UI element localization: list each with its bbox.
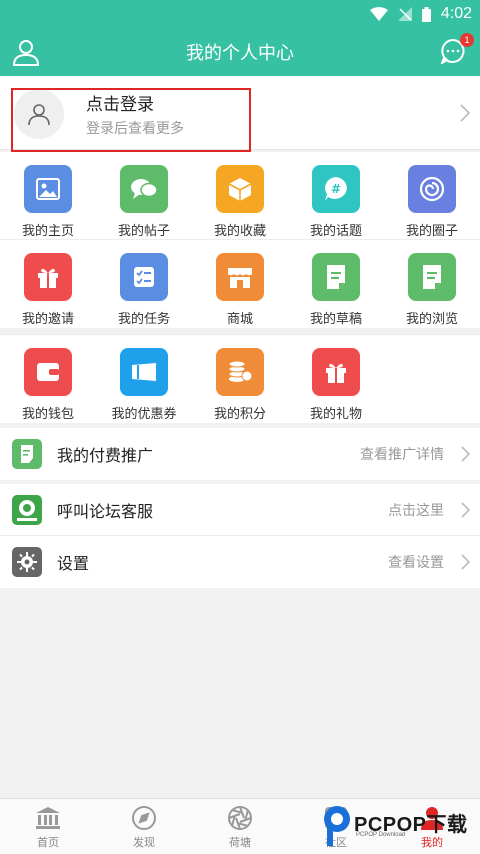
chevron-right-icon <box>460 104 470 122</box>
grid-item-invites[interactable]: 我的邀请 <box>0 240 96 328</box>
list-item-settings[interactable]: 设置 查看设置 <box>0 536 480 588</box>
grid-item-points[interactable]: 我的积分 <box>192 335 288 423</box>
grid-item-homepage[interactable]: 我的主页 <box>0 152 96 239</box>
grid-item-gifts[interactable]: 我的礼物 <box>288 335 384 423</box>
grid-item-label: 我的积分 <box>213 407 266 422</box>
tab-label: 首页 <box>37 836 59 849</box>
highlight-box <box>11 88 251 152</box>
profile-button[interactable] <box>12 38 40 66</box>
list-item-paid-promotion[interactable]: 我的付费推广 查看推广详情 <box>0 428 480 480</box>
coupon-icon <box>120 348 168 396</box>
grid-item-label: 我的收藏 <box>213 224 266 239</box>
tab-home[interactable]: 首页 <box>0 799 96 854</box>
grid-item-label: 商城 <box>226 312 253 327</box>
grid-item-label: 我的邀请 <box>21 312 74 327</box>
grid-row: 我的钱包 我的优惠券 我的积分 我的礼物 <box>0 335 480 423</box>
chevron-right-icon <box>461 554 470 570</box>
grid-item-favorites[interactable]: 我的收藏 <box>192 152 288 239</box>
battery-icon <box>421 6 431 22</box>
document-icon <box>12 439 42 469</box>
status-time: 4:02 <box>440 5 472 22</box>
grid-item-store[interactable]: 商城 <box>192 240 288 328</box>
store-icon <box>216 253 264 301</box>
image-icon <box>24 165 72 213</box>
chevron-right-icon <box>461 446 470 462</box>
wallet-icon <box>24 348 72 396</box>
grid-item-tasks[interactable]: 我的任务 <box>96 240 192 328</box>
grid-item-label: 我的钱包 <box>21 407 74 422</box>
user-icon <box>12 40 40 66</box>
coins-icon <box>216 348 264 396</box>
list-item-hint: 点击这里 <box>388 502 444 519</box>
pcpop-logo-icon <box>324 806 350 846</box>
list-item-label: 呼叫论坛客服 <box>57 501 154 521</box>
aperture-icon <box>228 806 252 830</box>
no-signal-icon <box>397 7 412 21</box>
grid-item-label: 我的圈子 <box>405 224 458 239</box>
checklist-icon <box>120 253 168 301</box>
tab-label: 发现 <box>133 836 155 849</box>
gift-icon <box>312 348 360 396</box>
grid-item-label: 我的浏览 <box>405 312 458 327</box>
list-item-label: 我的付费推广 <box>57 446 154 465</box>
wifi-icon <box>369 7 388 21</box>
chevron-right-icon <box>461 502 470 518</box>
list-item-hint: 查看推广详情 <box>360 447 444 463</box>
grid-item-label: 我的优惠券 <box>111 407 177 422</box>
chat-bubbles-icon <box>120 165 168 213</box>
login-card[interactable]: 点击登录 登录后查看更多 <box>0 76 480 152</box>
forum-logo-icon <box>12 494 42 525</box>
cube-icon <box>216 165 264 213</box>
gift-icon <box>24 253 72 301</box>
list-item-label: 设置 <box>57 554 90 573</box>
grid-item-label: 我的任务 <box>117 312 170 327</box>
bank-icon <box>36 807 60 829</box>
hashtag-icon: # <box>312 165 360 213</box>
tab-pond[interactable]: 荷塘 <box>192 799 288 854</box>
compass-icon <box>132 806 156 830</box>
grid-item-label: 我的话题 <box>309 224 362 239</box>
header: 我的个人中心 1 <box>0 28 480 76</box>
document-icon <box>408 253 456 301</box>
grid-item-history[interactable]: 我的浏览 <box>384 240 480 328</box>
grid-item-coupons[interactable]: 我的优惠券 <box>96 335 192 423</box>
watermark: PCPOP下载 PCPOP Download <box>322 802 474 850</box>
list-item-customer-service[interactable]: 呼叫论坛客服 点击这里 <box>0 484 480 536</box>
grid-item-label: 我的礼物 <box>309 407 362 422</box>
notification-badge: 1 <box>460 33 474 47</box>
svg-text:#: # <box>331 182 341 196</box>
feature-grid: 我的主页 我的帖子 我的收藏 # 我的话题 我的圈子 我的邀请 我的任务 商城 … <box>0 152 480 328</box>
grid-item-posts[interactable]: 我的帖子 <box>96 152 192 239</box>
grid-item-drafts[interactable]: 我的草稿 <box>288 240 384 328</box>
wallet-grid: 我的钱包 我的优惠券 我的积分 我的礼物 <box>0 334 480 423</box>
grid-item-topics[interactable]: # 我的话题 <box>288 152 384 239</box>
status-bar: 4:02 <box>0 0 480 28</box>
circle-swirl-icon <box>408 165 456 213</box>
messages-button[interactable]: 1 <box>439 33 474 66</box>
grid-row: 我的邀请 我的任务 商城 我的草稿 我的浏览 <box>0 240 480 328</box>
gear-icon <box>12 547 42 577</box>
page-title: 我的个人中心 <box>186 43 294 64</box>
document-icon <box>312 253 360 301</box>
list-item-hint: 查看设置 <box>388 555 444 571</box>
tab-discover[interactable]: 发现 <box>96 799 192 854</box>
grid-item-label: 我的帖子 <box>117 224 170 239</box>
grid-item-wallet[interactable]: 我的钱包 <box>0 335 96 423</box>
grid-item-label: 我的草稿 <box>309 312 362 327</box>
grid-item-circles[interactable]: 我的圈子 <box>384 152 480 239</box>
grid-row: 我的主页 我的帖子 我的收藏 # 我的话题 我的圈子 <box>0 152 480 240</box>
watermark-subtext: PCPOP Download <box>356 832 406 838</box>
grid-item-label: 我的主页 <box>21 224 74 239</box>
tab-label: 荷塘 <box>229 836 251 849</box>
